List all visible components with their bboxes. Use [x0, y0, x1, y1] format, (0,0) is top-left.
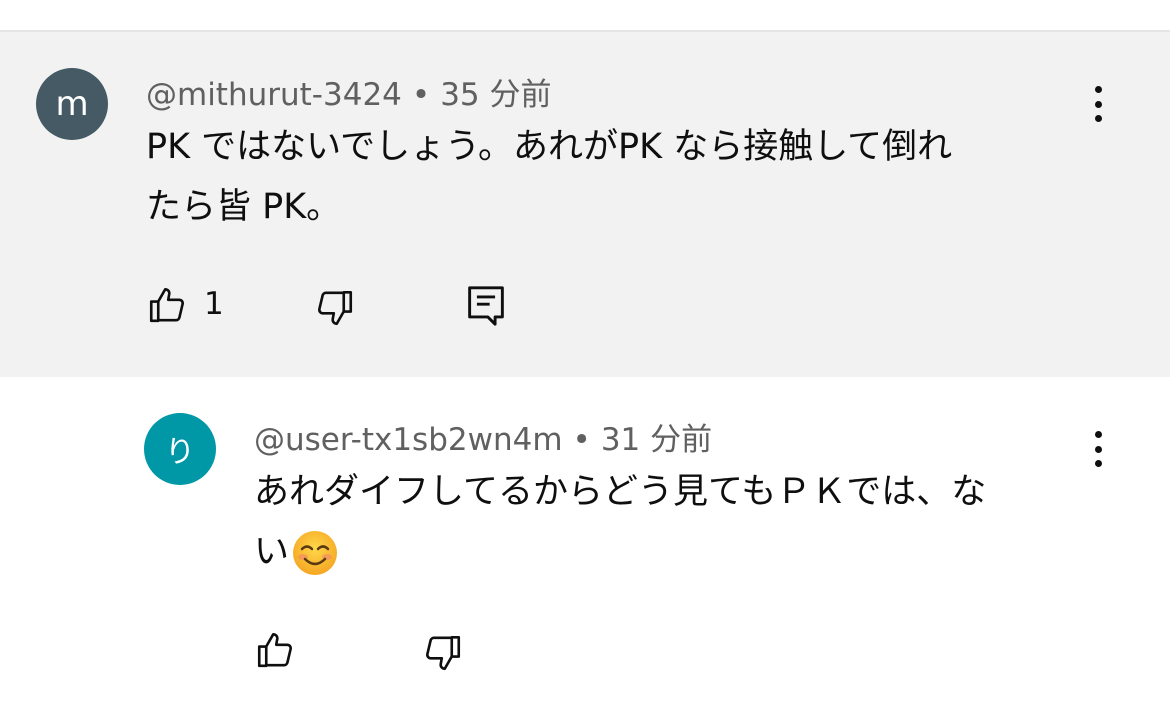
comment-text-line: たら皆 PK。	[146, 187, 342, 227]
thumbs-down-icon	[426, 635, 461, 671]
meta-separator: •	[572, 422, 591, 458]
author-name[interactable]: @mithurut-3424	[146, 77, 402, 113]
reply-icon	[468, 286, 504, 326]
like-count: 1	[204, 286, 224, 322]
smiling-face-emoji	[293, 531, 338, 575]
meta-separator: •	[411, 77, 431, 113]
avatar[interactable]: り	[144, 413, 216, 485]
dislike-button[interactable]	[314, 287, 356, 333]
dislike-button[interactable]	[422, 632, 464, 678]
like-button[interactable]	[146, 284, 188, 330]
reply-text-line: あれダイフしてるからどう見てもＰＫでは、な	[254, 472, 987, 512]
timestamp[interactable]: 31 分前	[601, 422, 712, 458]
like-button[interactable]	[254, 629, 296, 675]
reply-text: あれダイフしてるからどう見てもＰＫでは、な い	[254, 462, 1094, 582]
reply-button[interactable]	[466, 284, 506, 332]
timestamp[interactable]: 35 分前	[440, 77, 551, 113]
comment-text-line: PK ではないでしょう。あれがPK なら接触して倒れ	[146, 127, 953, 167]
reply-meta: @user-tx1sb2wn4m • 31 分前	[254, 414, 712, 459]
top-divider	[0, 0, 1170, 32]
thumbs-up-icon	[149, 287, 184, 323]
comment-thread-main: m @mithurut-3424 • 35 分前 PK ではないでしょう。あれがPK…	[0, 32, 1170, 377]
comment-text: PK ではないでしょう。あれがPK なら接触して倒れ たら皆 PK。	[146, 117, 1066, 237]
reply-text-line: い	[254, 532, 290, 572]
comment-meta: @mithurut-3424 • 35 分前	[146, 69, 552, 114]
avatar-letter: り	[165, 435, 195, 470]
thumbs-up-icon	[257, 632, 292, 668]
more-vert-icon[interactable]	[1084, 82, 1112, 126]
avatar[interactable]: m	[36, 68, 108, 140]
author-name[interactable]: @user-tx1sb2wn4m	[254, 422, 563, 458]
avatar-letter: m	[55, 84, 89, 124]
reply-text-line-wrap: い	[254, 522, 1094, 582]
thumbs-down-icon	[318, 290, 353, 326]
comment-reply: り @user-tx1sb2wn4m • 31 分前 あれダイフしてるからどう見ても…	[0, 377, 1170, 705]
